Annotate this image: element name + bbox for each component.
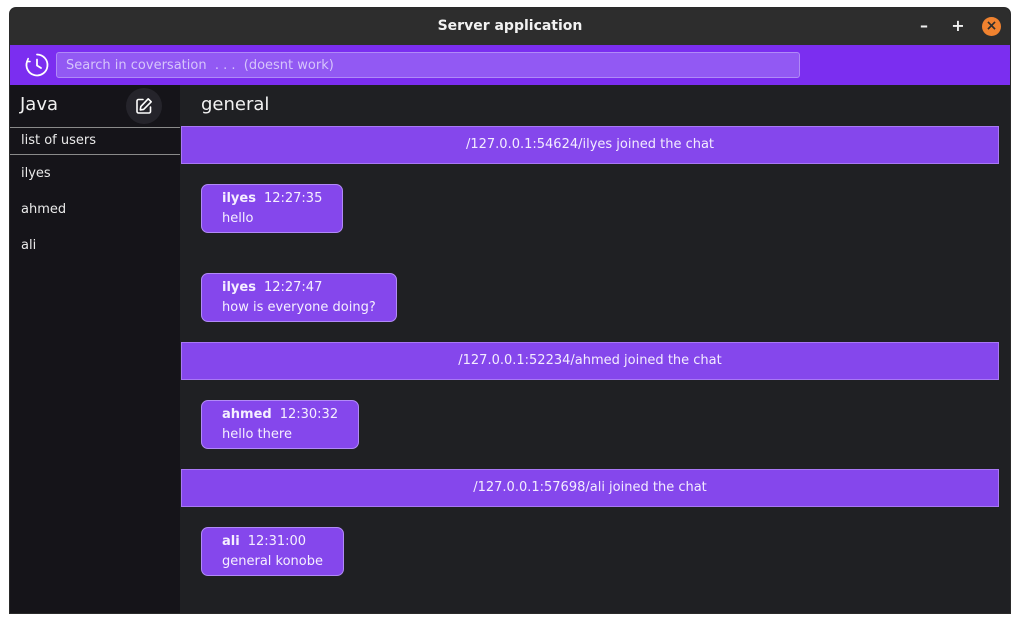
message-bubble: ali 12:31:00 general konobe — [201, 527, 345, 576]
message-time: 12:27:35 — [263, 191, 323, 206]
message-text: hello there — [222, 427, 292, 442]
message-author: ilyes — [222, 280, 256, 295]
message-text: general konobe — [222, 554, 324, 569]
compose-button[interactable] — [126, 88, 162, 124]
search-input[interactable] — [56, 52, 800, 78]
join-notice: /127.0.0.1:57698/ali joined the chat — [181, 469, 999, 507]
sidebar-header: Java — [10, 85, 180, 127]
window-title: Server application — [437, 18, 583, 34]
chat-area: general /127.0.0.1:54624/ilyes joined th… — [180, 85, 1010, 613]
message-author: ilyes — [222, 191, 256, 206]
toolbar — [10, 45, 1010, 85]
close-button[interactable]: × — [982, 17, 1001, 36]
sidebar: Java list of users ilyes ahmed ali — [10, 85, 180, 613]
message-time: 12:31:00 — [247, 534, 307, 549]
title-bar: Server application – + × — [10, 8, 1010, 45]
message-author: ali — [222, 534, 240, 549]
message-bubble: ilyes 12:27:47 how is everyone doing? — [201, 273, 397, 322]
app-window: Server application – + × Java list of us… — [10, 8, 1010, 613]
minimize-button[interactable]: – — [915, 17, 933, 35]
user-list: ilyes ahmed ali — [10, 156, 180, 264]
app-name: Java — [20, 94, 59, 115]
message-author: ahmed — [222, 407, 272, 422]
user-item[interactable]: ali — [10, 228, 180, 264]
message-text: how is everyone doing? — [222, 300, 376, 315]
maximize-button[interactable]: + — [949, 17, 967, 35]
channel-title: general — [201, 94, 270, 115]
clock-history-icon[interactable] — [24, 52, 50, 78]
user-item[interactable]: ilyes — [10, 156, 180, 192]
edit-square-icon — [136, 98, 152, 114]
message-time: 12:30:32 — [279, 407, 339, 422]
users-list-header: list of users — [10, 127, 180, 155]
user-item[interactable]: ahmed — [10, 192, 180, 228]
join-notice: /127.0.0.1:52234/ahmed joined the chat — [181, 342, 999, 380]
message-bubble: ahmed 12:30:32 hello there — [201, 400, 360, 449]
message-bubble: ilyes 12:27:35 hello — [201, 184, 344, 233]
message-text: hello — [222, 211, 254, 226]
message-time: 12:27:47 — [263, 280, 323, 295]
join-notice: /127.0.0.1:54624/ilyes joined the chat — [181, 126, 999, 164]
